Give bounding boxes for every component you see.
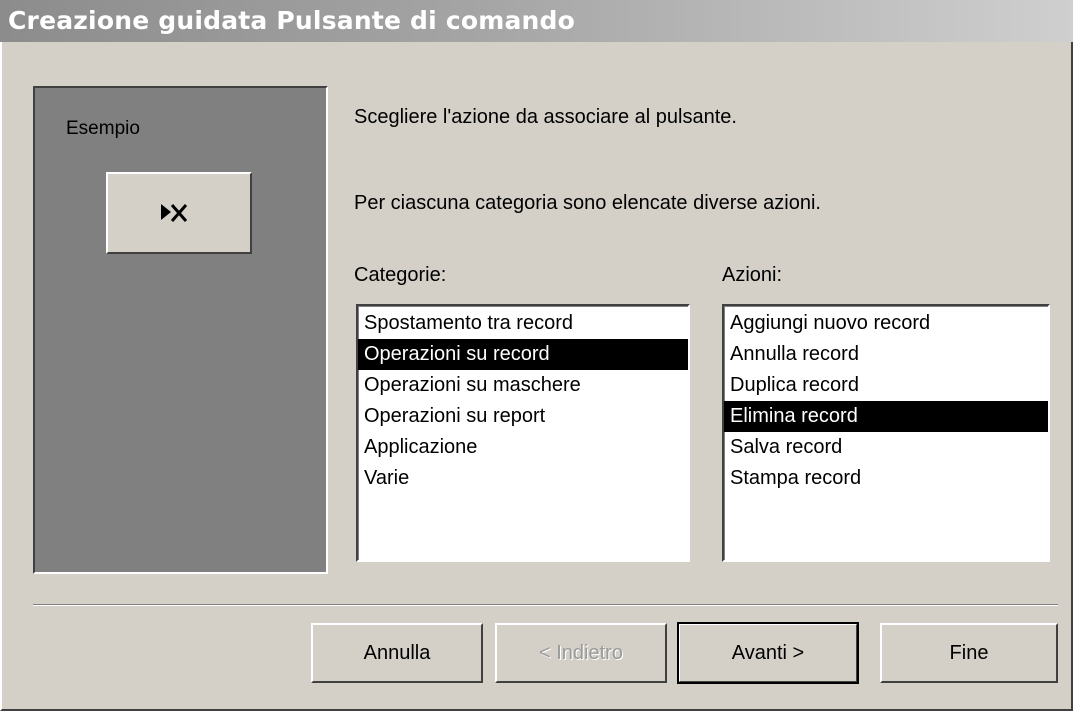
back-button[interactable]: < Indietro (495, 623, 667, 683)
delete-record-icon (161, 204, 188, 222)
category-list-item[interactable]: Varie (358, 463, 688, 494)
title-bar[interactable]: Creazione guidata Pulsante di comando (0, 0, 1073, 42)
action-list-item[interactable]: Annulla record (724, 339, 1048, 370)
finish-button-label: Fine (949, 641, 989, 664)
cancel-button[interactable]: Annulla (311, 623, 483, 683)
action-list-item[interactable]: Duplica record (724, 370, 1048, 401)
category-list-item[interactable]: Operazioni su record (358, 339, 688, 370)
window-title: Creazione guidata Pulsante di comando (8, 6, 576, 35)
action-list-item[interactable]: Elimina record (724, 401, 1048, 432)
next-button[interactable]: Avanti > (677, 622, 859, 684)
category-list-item[interactable]: Operazioni su maschere (358, 370, 688, 401)
category-list-item[interactable]: Applicazione (358, 432, 688, 463)
separator-line (33, 604, 1058, 606)
preview-label: Esempio (66, 118, 140, 139)
category-list-item[interactable]: Operazioni su report (358, 401, 688, 432)
action-list-item[interactable]: Salva record (724, 432, 1048, 463)
preview-panel: Esempio (33, 86, 328, 574)
wizard-dialog: Esempio Scegliere l'azione da associare … (0, 42, 1073, 711)
categories-label: Categorie: (354, 264, 447, 286)
instruction-line-1: Scegliere l'azione da associare al pulsa… (354, 106, 737, 128)
action-list-item[interactable]: Aggiungi nuovo record (724, 308, 1048, 339)
actions-label: Azioni: (722, 264, 783, 286)
cancel-button-label: Annulla (363, 641, 431, 664)
sample-button (106, 172, 252, 254)
next-button-label: Avanti > (731, 641, 805, 664)
instruction-line-2: Per ciascuna categoria sono elencate div… (354, 192, 821, 214)
categories-listbox[interactable]: Spostamento tra record Operazioni su reco… (356, 304, 690, 562)
action-list-item[interactable]: Stampa record (724, 463, 1048, 494)
back-button-label: < Indietro (539, 641, 623, 664)
category-list-item[interactable]: Spostamento tra record (358, 308, 688, 339)
actions-listbox[interactable]: Aggiungi nuovo record Annulla record Dupli… (722, 304, 1050, 562)
finish-button[interactable]: Fine (880, 623, 1058, 683)
